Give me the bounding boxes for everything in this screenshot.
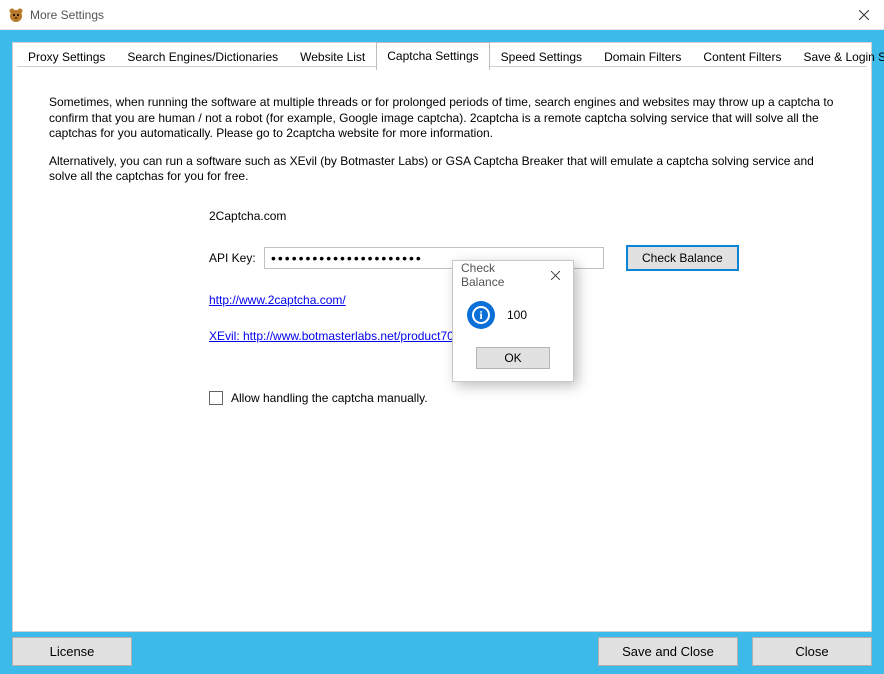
tab-website-list[interactable]: Website List [289,44,376,70]
tab-captcha-settings[interactable]: Captcha Settings [376,42,489,70]
close-icon [859,10,869,20]
tab-speed-settings[interactable]: Speed Settings [490,44,593,70]
tab-strip: Proxy Settings Search Engines/Dictionari… [17,42,867,70]
close-button[interactable]: Close [752,637,872,666]
tab-content: Sometimes, when running the software at … [13,83,871,631]
allow-manual-checkbox[interactable] [209,391,223,405]
window-close-button[interactable] [844,0,884,30]
tab-save-login-settings[interactable]: Save & Login Settings [792,44,884,70]
titlebar: More Settings [0,0,884,30]
description: Sometimes, when running the software at … [49,95,835,185]
tab-proxy-settings[interactable]: Proxy Settings [17,44,116,70]
section-label: 2Captcha.com [209,209,835,223]
link-xevil[interactable]: XEvil: http://www.botmasterlabs.net/prod… [209,329,477,343]
app-icon [8,7,24,23]
tab-content-filters[interactable]: Content Filters [692,44,792,70]
check-balance-button[interactable]: Check Balance [626,245,739,271]
tab-search-engines[interactable]: Search Engines/Dictionaries [116,44,289,70]
info-icon: i [467,301,495,329]
dialog-close-button[interactable] [538,261,573,289]
dialog-title: Check Balance [461,261,538,289]
description-paragraph-2: Alternatively, you can run a software su… [49,154,835,185]
link-2captcha[interactable]: http://www.2captcha.com/ [209,293,346,307]
description-paragraph-1: Sometimes, when running the software at … [49,95,835,142]
bottom-bar: License Save and Close Close [12,637,872,666]
save-and-close-button[interactable]: Save and Close [598,637,738,666]
client-area: Proxy Settings Search Engines/Dictionari… [0,30,884,674]
dialog-ok-button[interactable]: OK [476,347,550,369]
main-panel: Proxy Settings Search Engines/Dictionari… [12,42,872,632]
balance-value: 100 [507,308,527,322]
license-button[interactable]: License [12,637,132,666]
window-title: More Settings [30,8,104,22]
captcha-form: 2Captcha.com API Key: Check Balance http… [49,199,835,405]
api-key-label: API Key: [209,251,264,265]
allow-manual-label: Allow handling the captcha manually. [231,391,428,405]
close-icon [551,271,560,280]
check-balance-dialog: Check Balance i 100 OK [452,260,574,382]
tab-domain-filters[interactable]: Domain Filters [593,44,692,70]
